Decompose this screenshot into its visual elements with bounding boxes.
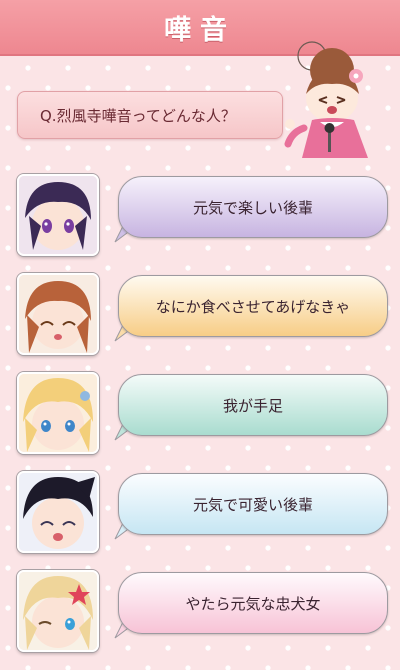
answer-text-1: 元気で楽しい後輩 (192, 198, 313, 217)
answer-text-5: やたら元気な忠犬女 (185, 594, 321, 613)
answer-bubble-1: 元気で楽しい後輩 (118, 176, 388, 238)
answer-row-5: やたら元気な忠犬女 (17, 570, 389, 652)
character-avatar-5 (17, 570, 99, 652)
mascot-illustration (284, 41, 368, 158)
question-box: Q.烈風寺嘩音ってどんな人？ (17, 91, 283, 139)
answer-bubble-2: なにか食べさせてあげなきゃ (118, 275, 388, 337)
answer-row-3: 我が手足 (17, 372, 389, 454)
answer-row-2: なにか食べさせてあげなきゃ (17, 273, 389, 355)
page-title: 嘩音 (164, 14, 236, 46)
character-avatar-3 (17, 372, 99, 454)
character-avatar-1 (17, 174, 99, 256)
answer-row-1: 元気で楽しい後輩 (17, 174, 389, 256)
character-avatar-2 (17, 273, 99, 355)
answer-bubble-3: 我が手足 (118, 374, 388, 436)
answer-row-4: 元気で可愛い後輩 (17, 471, 389, 553)
answer-text-3: 我が手足 (222, 396, 283, 415)
answer-text-2: なにか食べさせてあげなきゃ (155, 297, 351, 316)
answer-text-4: 元気で可愛い後輩 (192, 495, 313, 514)
answer-bubble-4: 元気で可愛い後輩 (118, 473, 388, 535)
character-avatar-4 (17, 471, 99, 553)
question-text: Q.烈風寺嘩音ってどんな人？ (40, 106, 236, 125)
answer-bubble-5: やたら元気な忠犬女 (118, 572, 388, 634)
